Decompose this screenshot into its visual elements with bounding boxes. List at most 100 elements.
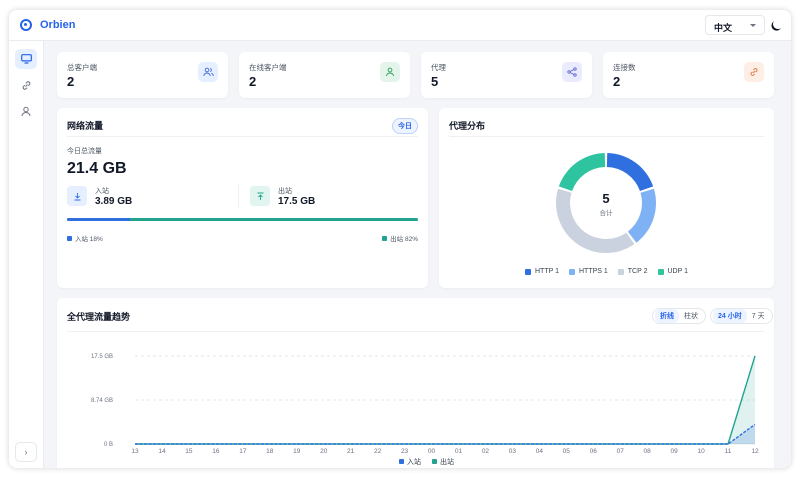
card-title: 代理分布	[449, 121, 486, 131]
link-icon	[750, 68, 758, 76]
stat-label: 总客户端	[67, 63, 97, 72]
donut-total: 5	[602, 191, 609, 206]
proxy-legend: HTTP 1 HTTPS 1 TCP 2 UDP 1	[439, 268, 774, 275]
sidebar-expand-button[interactable]: ›	[15, 442, 37, 462]
network-traffic-card: 网络流量 今日 今日总流量 21.4 GB 入站 3.89 GB 出站 17.5…	[57, 108, 428, 288]
x-tick-label: 13	[131, 448, 139, 455]
chart-type-bar-button[interactable]: 柱状	[679, 309, 703, 323]
series-area-inbound	[135, 424, 755, 444]
x-tick-label: 03	[509, 448, 517, 455]
stat-value: 2	[613, 74, 621, 89]
x-tick-label: 21	[347, 448, 355, 455]
range-24h-button[interactable]: 24 小时	[713, 309, 747, 323]
time-range-toggle: 24 小时 7 天	[710, 308, 773, 324]
range-7d-button[interactable]: 7 天	[747, 309, 770, 323]
sidebar: ›	[9, 41, 44, 468]
language-value: 中文	[714, 23, 733, 33]
sidebar-item-users[interactable]	[15, 101, 37, 121]
traffic-trend-card: 全代理流量趋势 折线 柱状 24 小时 7 天 17.5 GB 8.74 GB 0 …	[57, 298, 774, 468]
outbound-value: 17.5 GB	[278, 196, 316, 207]
sidebar-item-proxies[interactable]	[15, 75, 37, 95]
card-title: 网络流量	[67, 121, 104, 131]
x-tick-label: 22	[374, 448, 382, 455]
legend-item-https[interactable]: HTTPS 1	[568, 268, 608, 275]
inbound-label: 入站	[95, 188, 109, 195]
x-tick-label: 04	[536, 448, 544, 455]
logo-icon	[20, 19, 32, 31]
legend-item-tcp[interactable]: TCP 2	[617, 268, 648, 275]
total-traffic-value: 21.4 GB	[67, 160, 127, 177]
chart-type-line-button[interactable]: 折线	[655, 309, 679, 323]
stat-value: 2	[67, 74, 75, 89]
brand-name: Orbien	[40, 19, 76, 31]
proxy-donut-chart: 5 合计	[556, 153, 656, 253]
monitor-icon	[20, 54, 32, 64]
traffic-ratio-bar	[67, 218, 418, 221]
y-tick-label: 8.74 GB	[91, 398, 113, 404]
chevron-down-icon	[750, 24, 756, 27]
language-select[interactable]: 中文	[705, 15, 765, 35]
x-tick-label: 11	[725, 448, 732, 455]
y-tick-label: 17.5 GB	[91, 354, 113, 360]
legend-item-http[interactable]: HTTP 1	[524, 268, 559, 275]
stat-icon-box	[562, 62, 582, 82]
x-tick-label: 05	[563, 448, 571, 455]
user-check-icon	[386, 67, 394, 77]
theme-toggle-moon-icon[interactable]	[772, 18, 785, 31]
stat-label: 代理	[431, 63, 446, 72]
x-tick-label: 10	[697, 448, 705, 455]
app-window: Orbien 中文 › 总客户端 2 在线客户端 2 代理 5 连接数 2 网络…	[9, 10, 791, 468]
download-icon	[67, 186, 87, 206]
inbound-legend: 入站 18%	[67, 233, 103, 243]
users-icon	[202, 67, 214, 77]
donut-slice-tcp[interactable]	[556, 188, 635, 253]
upload-icon	[250, 186, 270, 206]
top-bar: Orbien 中文	[9, 10, 791, 41]
x-tick-label: 16	[212, 448, 220, 455]
today-badge[interactable]: 今日	[392, 118, 418, 134]
divider	[67, 136, 418, 137]
divider	[67, 331, 764, 332]
legend-label[interactable]: 入站	[407, 457, 421, 466]
stat-icon-box	[744, 62, 764, 82]
legend-item-udp[interactable]: UDP 1	[657, 268, 688, 275]
stat-label: 连接数	[613, 63, 636, 72]
x-tick-label: 14	[158, 448, 166, 455]
x-tick-label: 06	[590, 448, 598, 455]
x-tick-label: 18	[266, 448, 274, 455]
stat-value: 5	[431, 74, 439, 89]
stat-value: 2	[249, 74, 257, 89]
traffic-trend-chart: 17.5 GB 8.74 GB 0 B 13 14 15 16 17 18 19 20 21 22 23 0…	[91, 354, 759, 466]
x-tick-label: 00	[428, 448, 436, 455]
donut-total-label: 合计	[600, 208, 614, 217]
x-tick-label: 19	[293, 448, 301, 455]
x-tick-label: 20	[320, 448, 328, 455]
inbound-value: 3.89 GB	[95, 196, 133, 207]
x-tick-label: 08	[644, 448, 652, 455]
divider	[449, 136, 764, 137]
stat-card-connections: 连接数 2	[603, 52, 774, 98]
stat-label: 在线客户端	[249, 63, 287, 72]
outbound-label: 出站	[278, 188, 292, 195]
stat-card-online-clients: 在线客户端 2	[239, 52, 410, 98]
x-tick-label: 15	[185, 448, 193, 455]
x-tick-label: 09	[671, 448, 679, 455]
link-icon	[22, 80, 30, 90]
proxy-distribution-card: 代理分布 5 合计 HTTP 1 HTTPS 1 TCP 2 UDP 1	[439, 108, 774, 288]
x-tick-label: 23	[401, 448, 409, 455]
stat-icon-box	[198, 62, 218, 82]
stat-card-total-clients: 总客户端 2	[57, 52, 228, 98]
x-tick-label: 12	[751, 448, 759, 455]
stat-card-proxies: 代理 5	[421, 52, 592, 98]
legend-label[interactable]: 出站	[440, 457, 454, 466]
sidebar-item-dashboard[interactable]	[15, 49, 37, 69]
divider	[238, 184, 239, 208]
series-line-inbound[interactable]	[135, 423, 756, 445]
chart-type-toggle: 折线 柱状	[652, 308, 706, 324]
stat-icon-box	[380, 62, 400, 82]
total-traffic-label: 今日总流量	[67, 148, 102, 155]
donut-slice-http[interactable]	[606, 153, 654, 192]
donut-slice-udp[interactable]	[558, 153, 606, 192]
legend-swatch	[432, 459, 437, 464]
donut-slice-https[interactable]	[627, 188, 656, 243]
